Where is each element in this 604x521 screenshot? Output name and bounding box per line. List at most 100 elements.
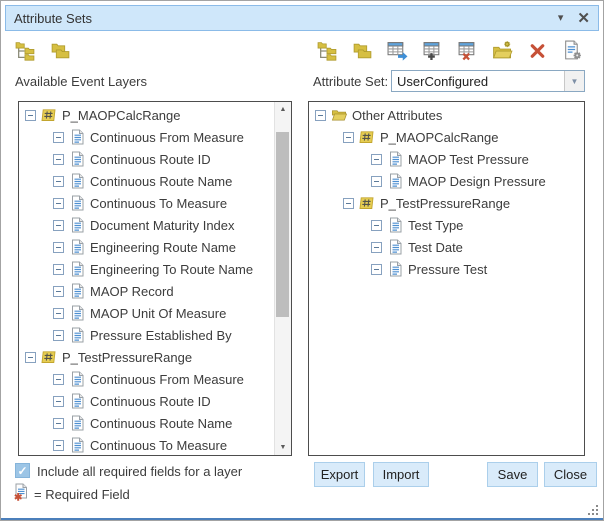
tree-item-continuous-route-name[interactable]: Continuous Route Name xyxy=(19,170,274,192)
new-group-button[interactable] xyxy=(490,38,514,62)
dropdown-button[interactable]: ▼ xyxy=(564,71,584,91)
tree-item-label: Continuous To Measure xyxy=(90,196,227,211)
collapse-toggle-icon[interactable] xyxy=(371,154,382,165)
title-bar: Attribute Sets ▾ ✕ xyxy=(5,5,599,31)
collapse-toggle-icon[interactable] xyxy=(53,198,64,209)
field-icon xyxy=(69,437,85,453)
collapse-toggle-icon[interactable] xyxy=(25,352,36,363)
window-bottom-edge xyxy=(1,518,603,520)
tree-item-maop-record[interactable]: MAOP Record xyxy=(19,280,274,302)
collapse-toggle-icon[interactable] xyxy=(53,440,64,451)
collapse-toggle-icon[interactable] xyxy=(371,242,382,253)
tree-item-maop-unit-of-measure[interactable]: MAOP Unit Of Measure xyxy=(19,302,274,324)
tree-item-label: Continuous Route Name xyxy=(90,416,232,431)
import-button[interactable]: Import xyxy=(373,462,429,487)
collapse-toggle-icon[interactable] xyxy=(343,198,354,209)
svg-text:✱: ✱ xyxy=(14,493,23,502)
save-button[interactable]: Save xyxy=(487,462,538,487)
close-icon[interactable]: ✕ xyxy=(577,11,590,26)
attribute-set-dropdown[interactable]: UserConfigured ▼ xyxy=(391,70,585,92)
tree-item-continuous-to-measure[interactable]: Continuous To Measure xyxy=(19,434,274,456)
close-button[interactable]: Close xyxy=(544,462,597,487)
scroll-up-icon[interactable]: ▲ xyxy=(275,102,291,117)
tree-item-pressure-established-by[interactable]: Pressure Established By xyxy=(19,324,274,346)
resize-grip[interactable] xyxy=(588,505,599,516)
attribute-set-properties-button[interactable] xyxy=(560,38,584,62)
open-folders-button[interactable] xyxy=(350,38,374,62)
tree-item-engineering-route-name[interactable]: Engineering Route Name xyxy=(19,236,274,258)
export-button[interactable]: Export xyxy=(314,462,365,487)
collapse-toggle-icon[interactable] xyxy=(53,286,64,297)
collapse-toggle-icon[interactable] xyxy=(53,308,64,319)
collapse-toggle-icon[interactable] xyxy=(371,176,382,187)
collapse-toggle-icon[interactable] xyxy=(25,110,36,121)
add-attribute-set-button[interactable] xyxy=(420,38,444,62)
available-layers-tree: P_MAOPCalcRangeContinuous From MeasureCo… xyxy=(19,104,274,455)
field-icon xyxy=(69,415,85,431)
tree-item-maop-design-pressure[interactable]: MAOP Design Pressure xyxy=(309,170,584,192)
layer-icon xyxy=(359,195,375,211)
open-folders-button[interactable] xyxy=(48,38,72,62)
collapse-toggle-icon[interactable] xyxy=(343,132,354,143)
tree-item-label: MAOP Record xyxy=(90,284,174,299)
tree-item-document-maturity-index[interactable]: Document Maturity Index xyxy=(19,214,274,236)
new-folder-icon xyxy=(492,40,513,61)
collapse-toggle-icon[interactable] xyxy=(53,132,64,143)
add-layer-to-set-button[interactable] xyxy=(315,38,339,62)
field-icon xyxy=(69,371,85,387)
add-layer-to-set-button[interactable] xyxy=(13,38,37,62)
collapse-toggle-icon[interactable] xyxy=(53,176,64,187)
tree-item-p-maopcalcrange[interactable]: P_MAOPCalcRange xyxy=(19,104,274,126)
collapse-toggle-icon[interactable] xyxy=(53,418,64,429)
collapse-toggle-icon[interactable] xyxy=(371,264,382,275)
tree-item-label: MAOP Unit Of Measure xyxy=(90,306,226,321)
collapse-toggle-icon[interactable] xyxy=(53,374,64,385)
tree-item-engineering-to-route-name[interactable]: Engineering To Route Name xyxy=(19,258,274,280)
tree-folders-icon xyxy=(317,40,338,61)
field-icon xyxy=(387,239,403,255)
tree-item-p-testpressurerange[interactable]: P_TestPressureRange xyxy=(19,346,274,368)
tree-item-continuous-route-name[interactable]: Continuous Route Name xyxy=(19,412,274,434)
collapse-toggle-icon[interactable] xyxy=(53,264,64,275)
tree-item-label: MAOP Design Pressure xyxy=(408,174,546,189)
tree-item-other-attributes[interactable]: Other Attributes xyxy=(309,104,584,126)
required-field-legend: = Required Field xyxy=(34,487,130,502)
tree-item-test-type[interactable]: Test Type xyxy=(309,214,584,236)
left-toolbar xyxy=(13,38,72,62)
tree-item-p-maopcalcrange[interactable]: P_MAOPCalcRange xyxy=(309,126,584,148)
tree-item-label: Continuous Route ID xyxy=(90,152,211,167)
remove-attribute-set-button[interactable] xyxy=(455,38,479,62)
checkmark-icon: ✓ xyxy=(17,465,27,477)
dropdown-caret-icon[interactable]: ▾ xyxy=(558,13,564,24)
tree-item-continuous-route-id[interactable]: Continuous Route ID xyxy=(19,390,274,412)
collapse-toggle-icon[interactable] xyxy=(53,154,64,165)
attribute-set-panel: Other AttributesP_MAOPCalcRangeMAOP Test… xyxy=(308,101,585,456)
collapse-toggle-icon[interactable] xyxy=(315,110,326,121)
tree-item-continuous-to-measure[interactable]: Continuous To Measure xyxy=(19,192,274,214)
tree-folders-icon xyxy=(15,40,36,61)
field-icon xyxy=(69,261,85,277)
tree-item-label: P_TestPressureRange xyxy=(62,350,192,365)
tree-item-maop-test-pressure[interactable]: MAOP Test Pressure xyxy=(309,148,584,170)
scroll-down-icon[interactable]: ▼ xyxy=(275,440,291,455)
include-required-fields-checkbox[interactable]: ✓ xyxy=(15,463,30,478)
field-icon xyxy=(69,173,85,189)
collapse-toggle-icon[interactable] xyxy=(371,220,382,231)
vertical-scrollbar[interactable]: ▲ ▼ xyxy=(274,102,291,455)
collapse-toggle-icon[interactable] xyxy=(53,396,64,407)
collapse-toggle-icon[interactable] xyxy=(53,330,64,341)
tree-item-pressure-test[interactable]: Pressure Test xyxy=(309,258,584,280)
tree-item-test-date[interactable]: Test Date xyxy=(309,236,584,258)
delete-item-button[interactable] xyxy=(525,38,549,62)
required-field-icon: ✱ xyxy=(13,483,29,501)
tree-item-continuous-from-measure[interactable]: Continuous From Measure xyxy=(19,368,274,390)
tree-item-continuous-route-id[interactable]: Continuous Route ID xyxy=(19,148,274,170)
collapse-toggle-icon[interactable] xyxy=(53,242,64,253)
scrollbar-thumb[interactable] xyxy=(276,132,289,317)
tree-item-continuous-from-measure[interactable]: Continuous From Measure xyxy=(19,126,274,148)
tree-item-p-testpressurerange[interactable]: P_TestPressureRange xyxy=(309,192,584,214)
export-attribute-set-button[interactable] xyxy=(385,38,409,62)
field-icon xyxy=(387,261,403,277)
tree-item-label: P_MAOPCalcRange xyxy=(62,108,181,123)
collapse-toggle-icon[interactable] xyxy=(53,220,64,231)
